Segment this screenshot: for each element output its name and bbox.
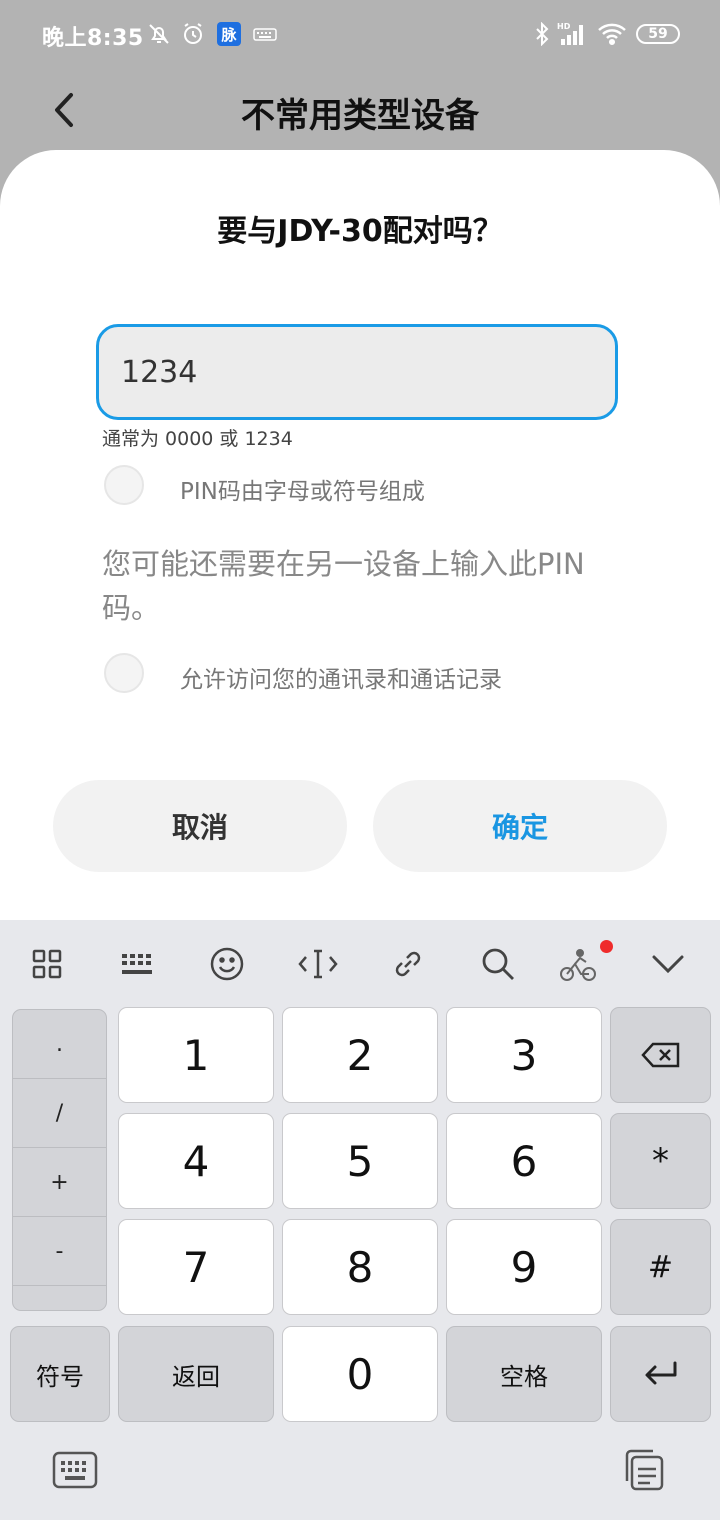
pairing-dialog: 要与JDY-30配对吗？ 1234 通常为 0000 或 1234 PIN码由字… (0, 150, 720, 920)
contacts-access-label: 允许访问您的通讯录和通话记录 (180, 667, 502, 693)
notification-dot (600, 940, 613, 953)
hash-key[interactable]: # (610, 1219, 711, 1315)
confirm-button[interactable]: 确定 (373, 780, 667, 872)
numeric-keyboard: . / + - 1 2 3 4 5 6 7 8 9 * # 符号 返回 0 空格 (0, 920, 720, 1520)
page-title: 不常用类型设备 (241, 96, 479, 136)
key-0[interactable]: 0 (282, 1326, 438, 1422)
key-8[interactable]: 8 (282, 1219, 438, 1315)
key-5[interactable]: 5 (282, 1113, 438, 1209)
backspace-icon (640, 1042, 679, 1068)
bluetooth-icon (532, 20, 552, 48)
key-6[interactable]: 6 (446, 1113, 602, 1209)
key-4[interactable]: 4 (118, 1113, 274, 1209)
app-badge-icon: 脉 (216, 20, 242, 48)
key-3[interactable]: 3 (446, 1007, 602, 1103)
key-1[interactable]: 1 (118, 1007, 274, 1103)
space-key[interactable]: 空格 (446, 1326, 602, 1422)
keyboard-toolbar (0, 920, 720, 1006)
symbol-key-plus[interactable]: + (13, 1148, 106, 1217)
grid-icon[interactable] (25, 942, 69, 986)
key-7[interactable]: 7 (118, 1219, 274, 1315)
status-bar: 晚上8:35 脉 HD 59 (0, 0, 720, 70)
asterisk-key[interactable]: * (610, 1113, 711, 1209)
symbol-column: . / + - (12, 1009, 107, 1311)
symbol-key-minus[interactable]: - (13, 1217, 106, 1286)
chevron-down-icon[interactable] (646, 942, 690, 986)
cyclist-icon[interactable] (556, 942, 600, 986)
info-text: 您可能还需要在另一设备上输入此PIN码。 (102, 547, 585, 625)
dialog-title: 要与JDY-30配对吗？ (217, 214, 503, 249)
keyboard-switch-icon[interactable] (51, 1448, 99, 1492)
battery-icon: 59 (636, 24, 680, 44)
keyboard-layout-icon[interactable] (115, 942, 159, 986)
key-9[interactable]: 9 (446, 1219, 602, 1315)
svg-text:HD: HD (557, 22, 571, 31)
alnum-pin-checkbox[interactable] (104, 465, 144, 505)
alarm-icon (180, 20, 206, 48)
back-key[interactable]: 返回 (118, 1326, 274, 1422)
enter-key[interactable] (610, 1326, 711, 1422)
mute-bell-icon (146, 20, 172, 48)
pin-hint: 通常为 0000 或 1234 (102, 428, 293, 450)
backspace-key[interactable] (610, 1007, 711, 1103)
hd-signal-icon: HD (556, 20, 590, 48)
alnum-pin-label: PIN码由字母或符号组成 (180, 479, 425, 505)
search-icon[interactable] (476, 942, 520, 986)
symbols-key[interactable]: 符号 (10, 1326, 110, 1422)
wifi-icon (596, 20, 628, 48)
contacts-access-checkbox[interactable] (104, 653, 144, 693)
status-time: 晚上8:35 (42, 26, 144, 51)
symbol-key-dot[interactable]: . (13, 1010, 106, 1079)
cursor-icon[interactable] (296, 942, 340, 986)
link-icon[interactable] (386, 942, 430, 986)
symbol-key-blank[interactable] (13, 1286, 106, 1310)
enter-icon (645, 1361, 676, 1385)
clipboard-icon[interactable] (620, 1448, 668, 1492)
cancel-button[interactable]: 取消 (53, 780, 347, 872)
symbol-key-slash[interactable]: / (13, 1079, 106, 1148)
key-2[interactable]: 2 (282, 1007, 438, 1103)
pin-input[interactable]: 1234 (96, 324, 618, 420)
page-header: 不常用类型设备 (0, 70, 720, 150)
keyboard-icon (252, 20, 278, 48)
emoji-icon[interactable] (205, 942, 249, 986)
